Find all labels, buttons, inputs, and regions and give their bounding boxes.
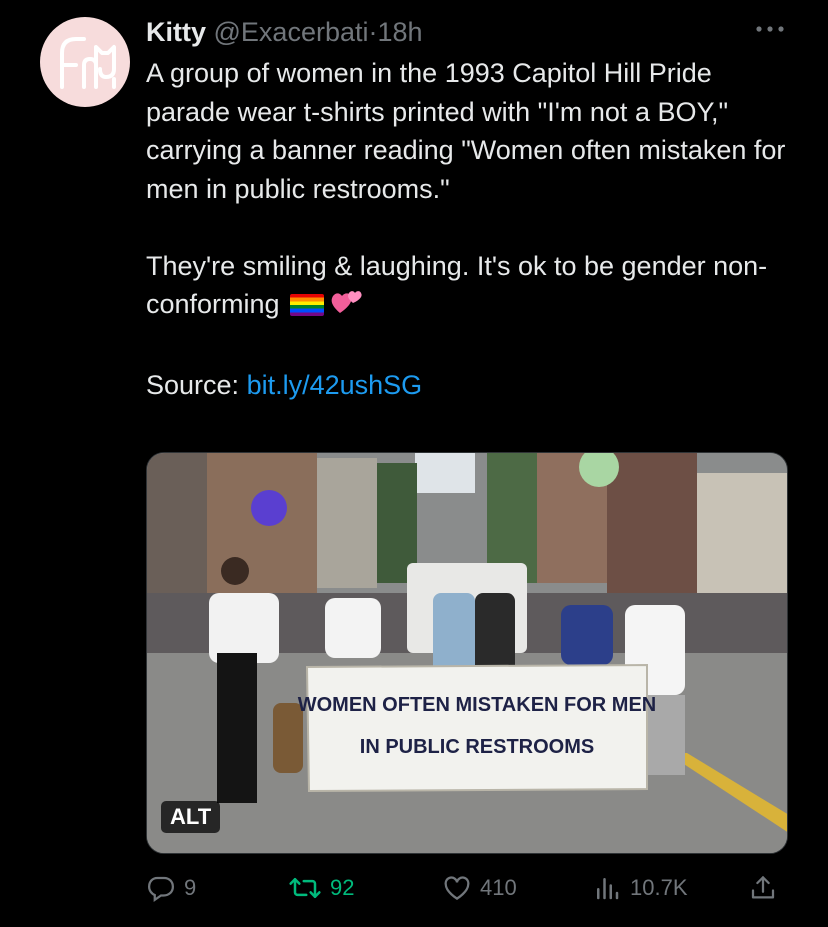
tweet-media[interactable]: WOMEN OFTEN MISTAKEN FOR MEN IN PUBLIC R… (146, 452, 788, 854)
tweet-header: Kitty @Exacerbati·18h (146, 14, 423, 50)
alt-badge[interactable]: ALT (161, 801, 221, 833)
reply-icon (147, 876, 175, 903)
retweet-icon (289, 878, 321, 898)
views-button[interactable]: 10.7K (592, 868, 688, 908)
like-button[interactable]: 410 (442, 868, 517, 908)
share-button[interactable] (748, 868, 786, 908)
tweet-paragraph-2: They're smiling & laughing. It's ok to b… (146, 247, 786, 328)
retweet-button[interactable]: 92 (288, 868, 354, 908)
header-separator: · (368, 17, 378, 47)
banner-line-1: WOMEN OFTEN MISTAKEN FOR MEN (298, 694, 657, 716)
tweet-paragraph-2-text: They're smiling & laughing. It's ok to b… (146, 250, 768, 320)
tweet-source: Source: bit.ly/42ushSG (146, 366, 786, 405)
views-icon (597, 878, 619, 900)
source-label: Source: (146, 370, 240, 400)
parade-photo: WOMEN OFTEN MISTAKEN FOR MEN IN PUBLIC R… (147, 453, 787, 853)
cat-logo-icon (60, 37, 116, 89)
like-icon (444, 876, 470, 900)
author-handle[interactable]: @Exacerbati (214, 17, 369, 47)
tweet-text: A group of women in the 1993 Capitol Hil… (146, 54, 786, 405)
two-hearts-icon (330, 287, 364, 328)
more-icon (756, 26, 784, 32)
avatar[interactable] (40, 17, 130, 107)
banner-line-2: IN PUBLIC RESTROOMS (360, 736, 594, 758)
retweet-count: 92 (330, 875, 355, 900)
tweet-paragraph-1: A group of women in the 1993 Capitol Hil… (146, 58, 786, 204)
action-bar: 9 92 410 10.7K (0, 868, 828, 908)
author-name[interactable]: Kitty (146, 17, 206, 47)
rainbow-flag-icon (289, 294, 324, 316)
reply-button[interactable]: 9 (146, 868, 196, 908)
tweet-time[interactable]: 18h (378, 17, 423, 47)
share-icon (751, 876, 775, 899)
views-count: 10.7K (630, 875, 688, 900)
like-count: 410 (480, 875, 517, 900)
source-link[interactable]: bit.ly/42ushSG (247, 370, 423, 400)
reply-count: 9 (184, 875, 197, 900)
more-button[interactable] (752, 14, 788, 38)
